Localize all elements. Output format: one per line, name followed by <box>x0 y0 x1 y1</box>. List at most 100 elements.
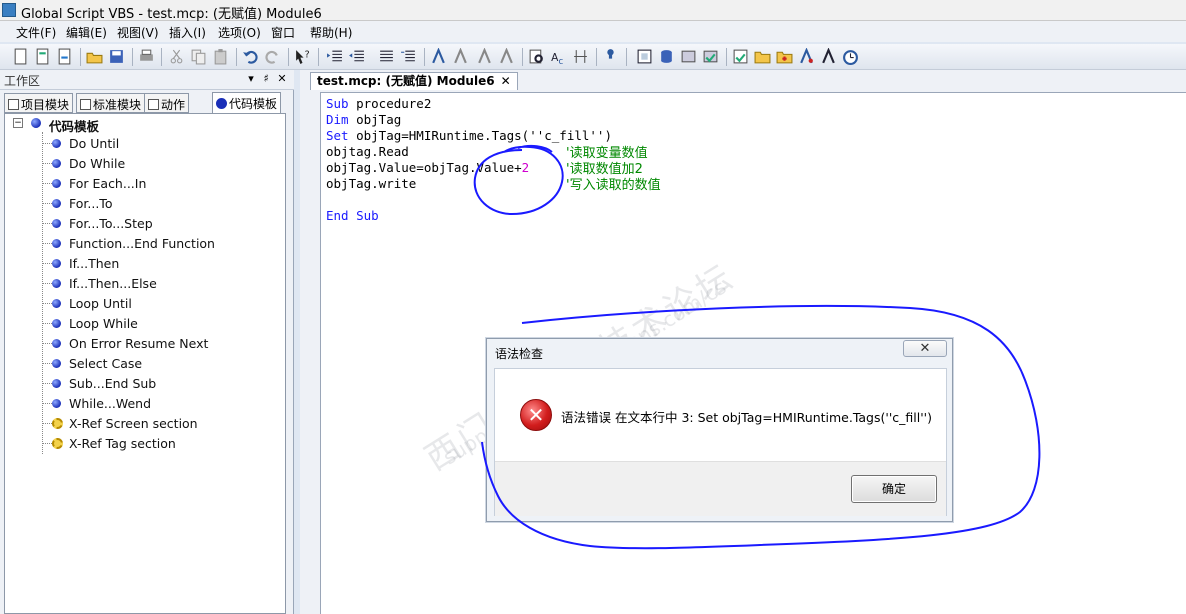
collapse-icon[interactable]: − <box>13 118 23 128</box>
syntax-check-icon[interactable] <box>602 48 619 65</box>
folder-icon[interactable] <box>754 48 771 65</box>
timer-icon[interactable] <box>842 48 859 65</box>
tree-connector <box>42 243 52 244</box>
paste-icon[interactable] <box>212 48 229 65</box>
tree-item[interactable]: If...Then...Else <box>5 274 285 294</box>
template-bullet-icon <box>52 199 61 208</box>
tree-item[interactable]: Loop Until <box>5 294 285 314</box>
outdent-icon[interactable] <box>348 48 365 65</box>
output-window-icon[interactable] <box>702 48 719 65</box>
dialog-close-button[interactable]: ✕ <box>903 340 947 357</box>
print-icon[interactable] <box>138 48 155 65</box>
title-bar: Global Script VBS - test.mcp: (无赋值) Modu… <box>0 0 1186 22</box>
tree-connector <box>42 163 52 164</box>
toolbar-separator <box>522 48 523 66</box>
tree-item[interactable]: Do Until <box>5 134 285 154</box>
trigger-icon[interactable] <box>798 48 815 65</box>
tree-item[interactable]: For...To...Step <box>5 214 285 234</box>
tree-item[interactable]: For...To <box>5 194 285 214</box>
close-tab-icon[interactable]: ✕ <box>501 74 511 88</box>
indent-icon[interactable] <box>326 48 343 65</box>
tab-actions[interactable]: 动作 <box>144 93 190 113</box>
dock-close-button[interactable]: ✕ <box>275 72 289 86</box>
menu-window[interactable]: 窗口 <box>271 24 295 41</box>
toolbar-separator <box>132 48 133 66</box>
tree-item-label: Function...End Function <box>69 236 215 251</box>
code-text: objTag=HMIRuntime.Tags(''c_fill'') <box>348 128 612 143</box>
menu-insert[interactable]: 插入(I) <box>169 24 206 41</box>
tree-root-label: 代码模板 <box>49 119 100 134</box>
tree-connector <box>42 383 52 384</box>
undo-icon[interactable] <box>242 48 259 65</box>
menu-file[interactable]: 文件(F) <box>16 24 56 41</box>
tree-item[interactable]: On Error Resume Next <box>5 334 285 354</box>
database-icon[interactable] <box>658 48 675 65</box>
tree-item[interactable]: X-Ref Tag section <box>5 434 285 454</box>
workspace-tabs: 项目模块 标准模块 动作 代码模板 <box>4 92 288 113</box>
new-action-icon[interactable] <box>56 48 73 65</box>
goto-icon[interactable] <box>572 48 589 65</box>
template-bullet-icon <box>52 339 61 348</box>
template-icon <box>216 98 227 109</box>
tree-connector <box>42 343 52 344</box>
tree-item[interactable]: While...Wend <box>5 394 285 414</box>
open-folder-icon[interactable] <box>86 48 103 65</box>
document-tab[interactable]: test.mcp: (无赋值) Module6 ✕ <box>310 72 518 90</box>
menu-edit[interactable]: 编辑(E) <box>66 24 107 41</box>
bookmark-clear-icon[interactable] <box>498 48 515 65</box>
tree-item[interactable]: Select Case <box>5 354 285 374</box>
code-comment: '写入读取的数值 <box>566 178 661 193</box>
edit-action-icon[interactable] <box>732 48 749 65</box>
help-pointer-icon[interactable]: ? <box>294 48 311 65</box>
tab-standard-modules[interactable]: 标准模块 <box>76 93 146 113</box>
bookmark-toggle-icon[interactable] <box>430 48 447 65</box>
tree-item-label: If...Then <box>69 256 120 271</box>
copy-icon[interactable] <box>190 48 207 65</box>
tree-item[interactable]: X-Ref Screen section <box>5 414 285 434</box>
code-line-6: objTag.write <box>326 176 416 191</box>
folder-add-icon[interactable] <box>776 48 793 65</box>
xref-gear-icon <box>52 438 63 449</box>
tree-item[interactable]: Loop While <box>5 314 285 334</box>
bookmark-next-icon[interactable] <box>452 48 469 65</box>
redo-icon[interactable] <box>264 48 281 65</box>
tree-item-label: Loop Until <box>69 296 132 311</box>
menu-help[interactable]: 帮助(H) <box>310 24 352 41</box>
bookmark-prev-icon[interactable] <box>476 48 493 65</box>
ok-button[interactable]: 确定 <box>851 475 937 503</box>
replace-icon[interactable]: Ac <box>550 48 567 65</box>
tree-item[interactable]: Function...End Function <box>5 234 285 254</box>
tree-item[interactable]: For Each...In <box>5 174 285 194</box>
tree-item-label: On Error Resume Next <box>69 336 209 351</box>
new-module-icon[interactable] <box>34 48 51 65</box>
info-trigger-icon[interactable] <box>820 48 837 65</box>
tag-browser-icon[interactable] <box>680 48 697 65</box>
code-text: objTag.Value=objTag.Value+ <box>326 160 522 175</box>
code-keyword: Set <box>326 128 349 143</box>
dock-pin-button[interactable]: ♯ <box>259 72 273 86</box>
tab-code-templates[interactable]: 代码模板 <box>212 92 282 113</box>
code-text: procedure2 <box>348 96 432 111</box>
dock-menu-button[interactable]: ▾ <box>244 72 258 86</box>
menu-options[interactable]: 选项(O) <box>218 24 261 41</box>
save-icon[interactable] <box>108 48 125 65</box>
new-file-icon[interactable] <box>12 48 29 65</box>
code-number: 2 <box>521 160 530 175</box>
find-icon[interactable] <box>528 48 545 65</box>
tree-item[interactable]: Sub...End Sub <box>5 374 285 394</box>
uncomment-icon[interactable] <box>400 48 417 65</box>
menu-view[interactable]: 视图(V) <box>117 24 159 41</box>
cut-icon[interactable] <box>168 48 185 65</box>
tree-root[interactable]: − 代码模板 <box>5 114 285 134</box>
tab-project-modules[interactable]: 项目模块 <box>4 93 74 113</box>
toolbar-separator <box>236 48 237 66</box>
workspace-title: 工作区 <box>4 74 41 88</box>
module-icon <box>8 99 19 110</box>
tree-item-label: Do While <box>69 156 126 171</box>
tree-item[interactable]: If...Then <box>5 254 285 274</box>
tree-connector <box>42 443 52 444</box>
template-bullet-icon <box>52 139 61 148</box>
comment-icon[interactable] <box>378 48 395 65</box>
tree-item[interactable]: Do While <box>5 154 285 174</box>
workspace-icon[interactable] <box>636 48 653 65</box>
